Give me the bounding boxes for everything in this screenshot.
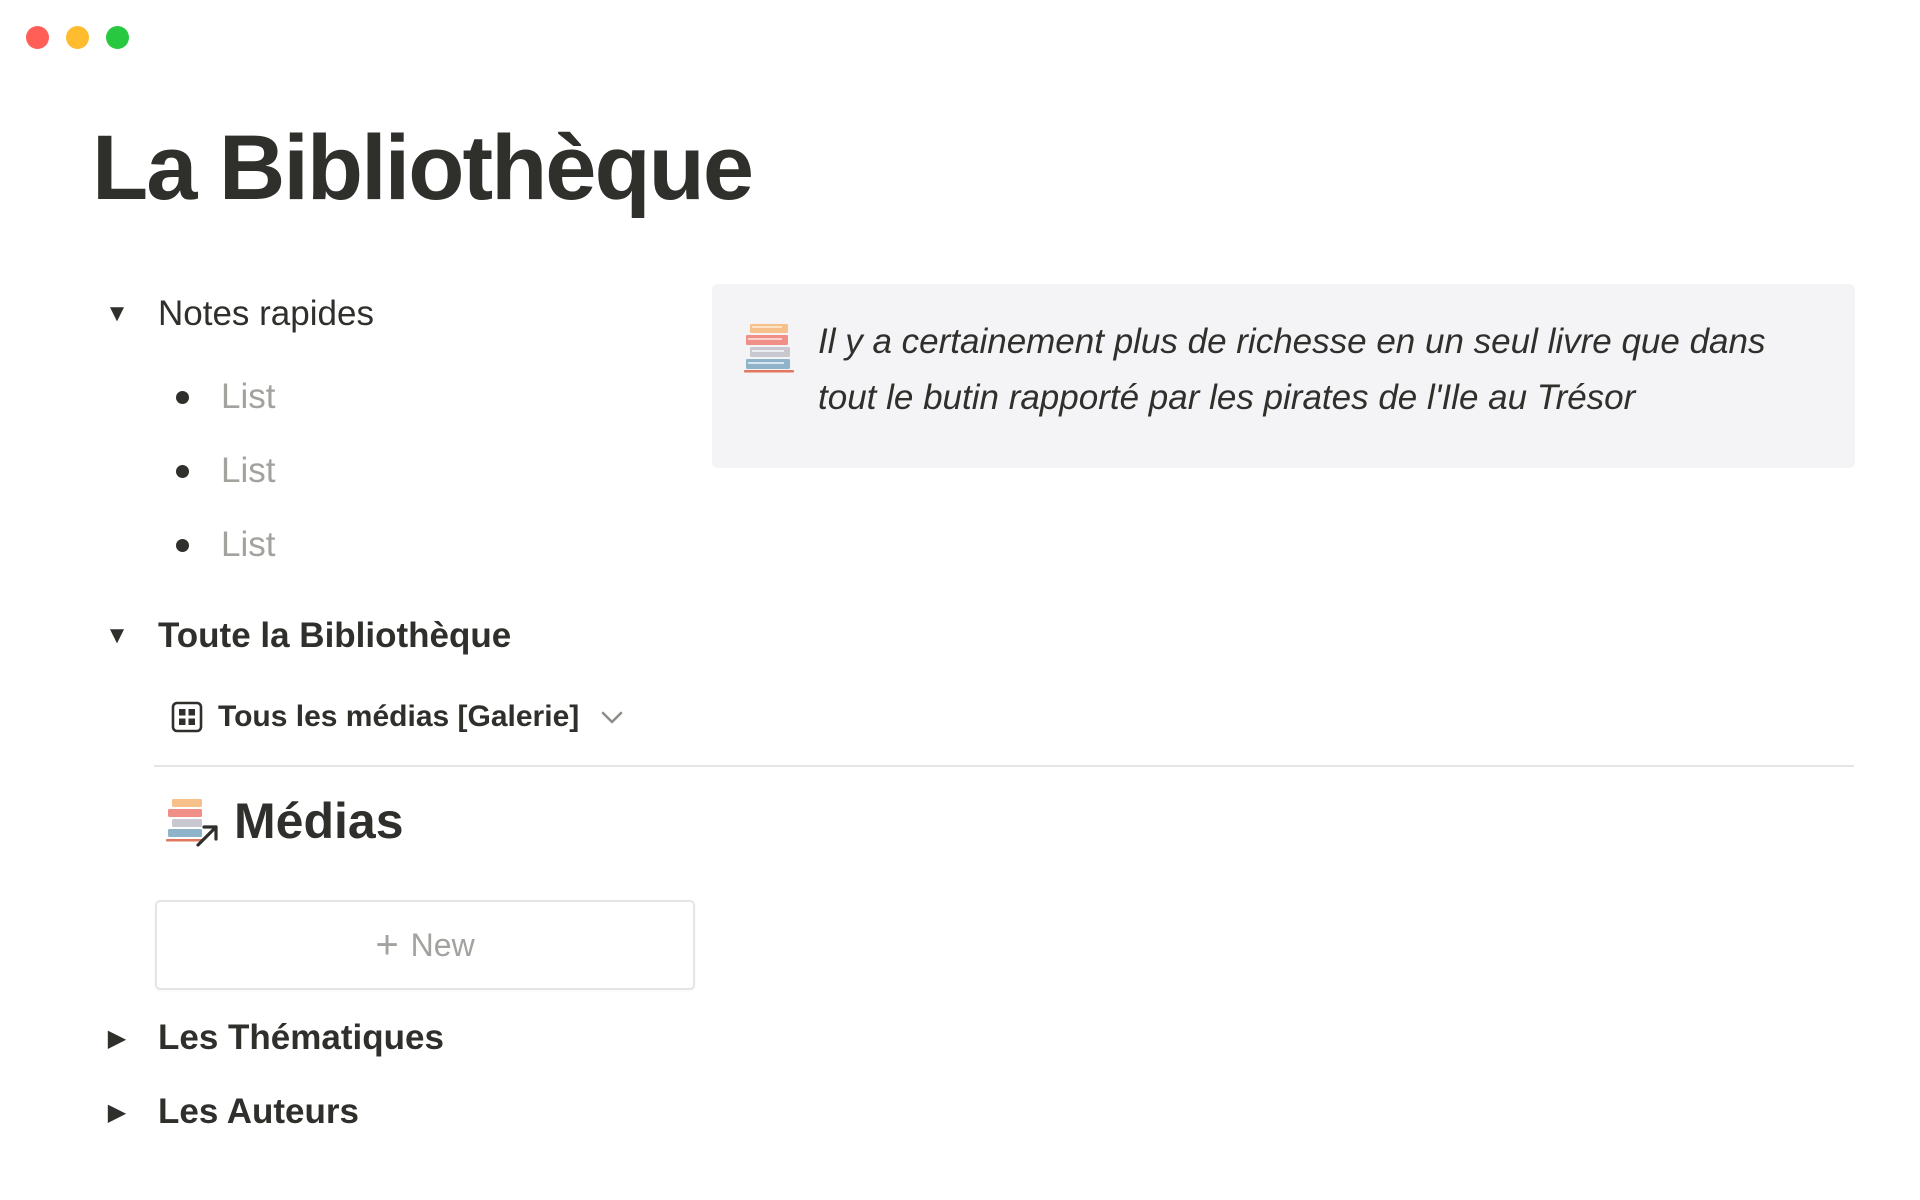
plus-icon: + — [375, 923, 399, 967]
list-item[interactable]: List — [170, 508, 275, 582]
toggle-les-auteurs[interactable]: ▶ Les Auteurs — [100, 1092, 359, 1132]
list-item-text[interactable]: List — [221, 525, 275, 565]
page-title[interactable]: La Bibliothèque — [92, 117, 754, 219]
toggle-label[interactable]: Les Auteurs — [158, 1092, 359, 1132]
database-title-text[interactable]: Médias — [234, 792, 404, 850]
gallery-view-icon — [171, 701, 203, 733]
list-item-text[interactable]: List — [221, 377, 275, 417]
list-item-text[interactable]: List — [221, 451, 275, 491]
books-icon[interactable] — [742, 320, 796, 374]
zoom-window-button[interactable] — [106, 26, 129, 49]
new-label: New — [410, 926, 475, 963]
bullet-icon — [176, 464, 189, 478]
linked-books-icon — [166, 799, 218, 847]
notes-list: List List List — [170, 360, 275, 582]
list-item[interactable]: List — [170, 360, 275, 434]
database-title[interactable]: Médias — [164, 792, 404, 850]
minimize-window-button[interactable] — [66, 26, 89, 49]
bullet-icon — [176, 390, 189, 404]
toggle-toute-la-bibliotheque[interactable]: ▼ Toute la Bibliothèque — [100, 616, 511, 656]
window-controls — [26, 26, 129, 49]
toggle-notes-rapides[interactable]: ▼ Notes rapides — [100, 294, 374, 334]
toggle-closed-icon[interactable]: ▶ — [100, 1021, 134, 1055]
database-view-selector[interactable]: Tous les médias [Galerie] — [170, 700, 627, 734]
view-label[interactable]: Tous les médias [Galerie] — [218, 700, 579, 734]
toggle-label[interactable]: Les Thématiques — [158, 1018, 444, 1058]
new-gallery-card-button[interactable]: + New — [155, 900, 695, 990]
toggle-les-thematiques[interactable]: ▶ Les Thématiques — [100, 1018, 444, 1058]
toggle-closed-icon[interactable]: ▶ — [100, 1095, 134, 1129]
toggle-open-icon[interactable]: ▼ — [100, 619, 134, 653]
chevron-down-icon[interactable] — [597, 702, 627, 732]
notion-page: La Bibliothèque ▼ Notes rapides List Lis… — [0, 0, 1920, 1200]
toggle-open-icon[interactable]: ▼ — [100, 297, 134, 331]
callout-text[interactable]: Il y a certainement plus de richesse en … — [818, 314, 1815, 468]
toggle-label[interactable]: Toute la Bibliothèque — [158, 616, 511, 656]
list-item[interactable]: List — [170, 434, 275, 508]
quote-callout[interactable]: Il y a certainement plus de richesse en … — [712, 284, 1855, 468]
close-window-button[interactable] — [26, 26, 49, 49]
divider — [154, 765, 1854, 767]
bullet-icon — [176, 538, 189, 552]
toggle-label[interactable]: Notes rapides — [158, 294, 374, 334]
